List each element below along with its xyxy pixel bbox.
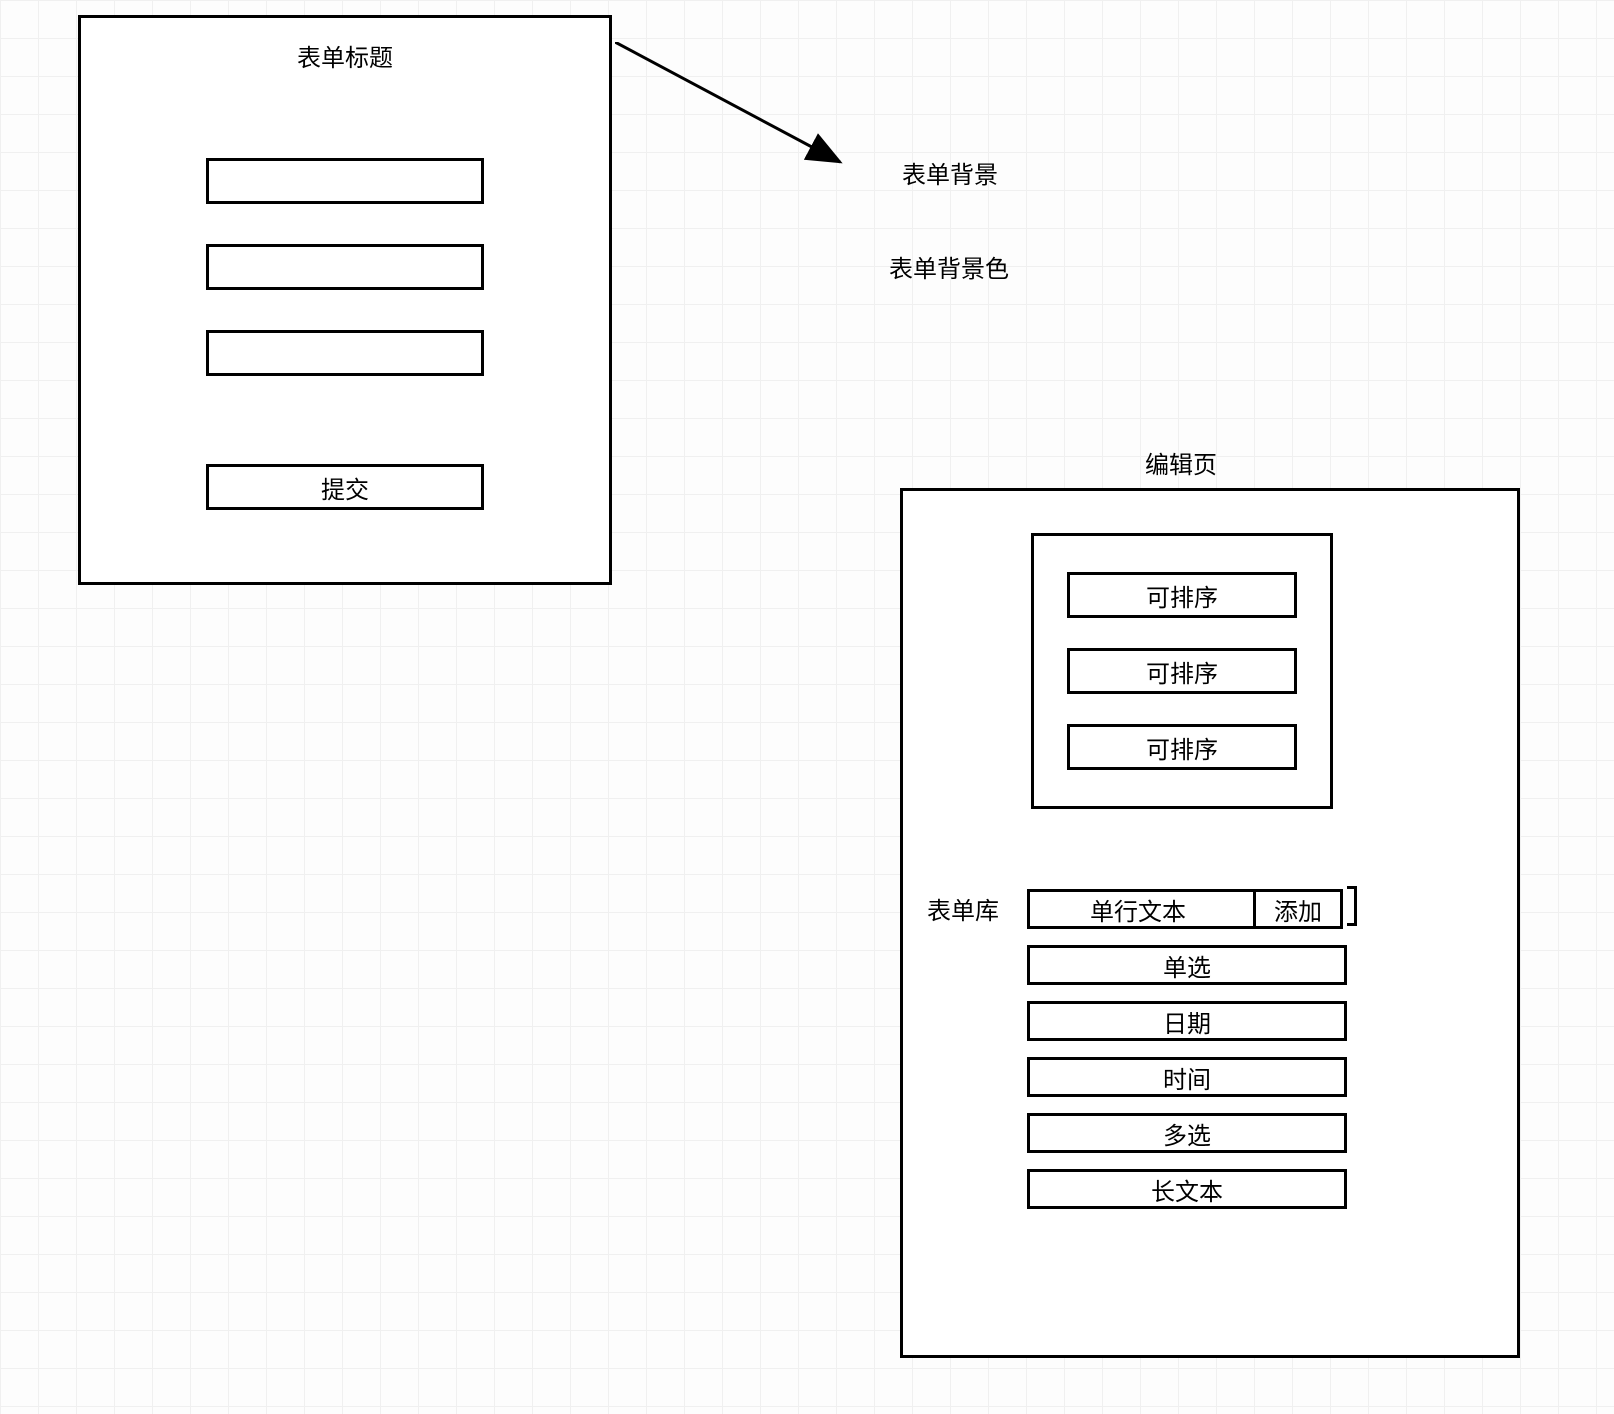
library-item-date[interactable]: 日期 bbox=[1027, 1001, 1347, 1041]
form-title: 表单标题 bbox=[81, 38, 609, 73]
library-row: 多选 bbox=[1027, 1113, 1347, 1153]
library-item-label: 单选 bbox=[1163, 948, 1211, 983]
form-field-input[interactable] bbox=[206, 244, 484, 290]
label-form-background: 表单背景 bbox=[902, 155, 998, 190]
form-field-input[interactable] bbox=[206, 158, 484, 204]
library-item-label: 单行文本 bbox=[1030, 892, 1246, 926]
sortable-item[interactable]: 可排序 bbox=[1067, 648, 1297, 694]
library-item-single-text[interactable]: 单行文本 添加 bbox=[1027, 889, 1343, 929]
library-item-label: 长文本 bbox=[1151, 1172, 1223, 1207]
add-button[interactable]: 添加 bbox=[1253, 889, 1343, 929]
sortable-container: 可排序 可排序 可排序 bbox=[1031, 533, 1333, 809]
sortable-item[interactable]: 可排序 bbox=[1067, 724, 1297, 770]
editor-panel: 可排序 可排序 可排序 表单库 单行文本 添加 单选 bbox=[900, 488, 1520, 1358]
submit-button-label: 提交 bbox=[321, 470, 369, 505]
form-fields bbox=[81, 158, 609, 376]
library-row: 单选 bbox=[1027, 945, 1347, 985]
library-row: 时间 bbox=[1027, 1057, 1347, 1097]
library-item-label: 日期 bbox=[1163, 1004, 1211, 1039]
form-field-input[interactable] bbox=[206, 330, 484, 376]
library-item-time[interactable]: 时间 bbox=[1027, 1057, 1347, 1097]
add-button-label: 添加 bbox=[1274, 892, 1322, 927]
library-item-radio[interactable]: 单选 bbox=[1027, 945, 1347, 985]
library-item-label: 时间 bbox=[1163, 1060, 1211, 1095]
library-row: 长文本 bbox=[1027, 1169, 1347, 1209]
arrow-icon bbox=[615, 42, 865, 192]
editor-page-title: 编辑页 bbox=[1145, 445, 1217, 480]
library-item-longtext[interactable]: 长文本 bbox=[1027, 1169, 1347, 1209]
decorative-strip bbox=[1347, 886, 1357, 926]
sortable-item-label: 可排序 bbox=[1146, 578, 1218, 613]
label-form-background-color: 表单背景色 bbox=[889, 249, 1009, 284]
submit-button[interactable]: 提交 bbox=[206, 464, 484, 510]
library-item-label: 多选 bbox=[1163, 1116, 1211, 1151]
form-library-label: 表单库 bbox=[927, 891, 999, 926]
library-row: 日期 bbox=[1027, 1001, 1347, 1041]
library-row: 单行文本 添加 bbox=[1027, 889, 1347, 929]
sortable-item-label: 可排序 bbox=[1146, 654, 1218, 689]
sortable-item[interactable]: 可排序 bbox=[1067, 572, 1297, 618]
form-library-list: 单行文本 添加 单选 日期 时间 多选 bbox=[1027, 889, 1347, 1209]
sortable-item-label: 可排序 bbox=[1146, 730, 1218, 765]
library-item-checkbox[interactable]: 多选 bbox=[1027, 1113, 1347, 1153]
form-preview-panel: 表单标题 提交 bbox=[78, 15, 612, 585]
